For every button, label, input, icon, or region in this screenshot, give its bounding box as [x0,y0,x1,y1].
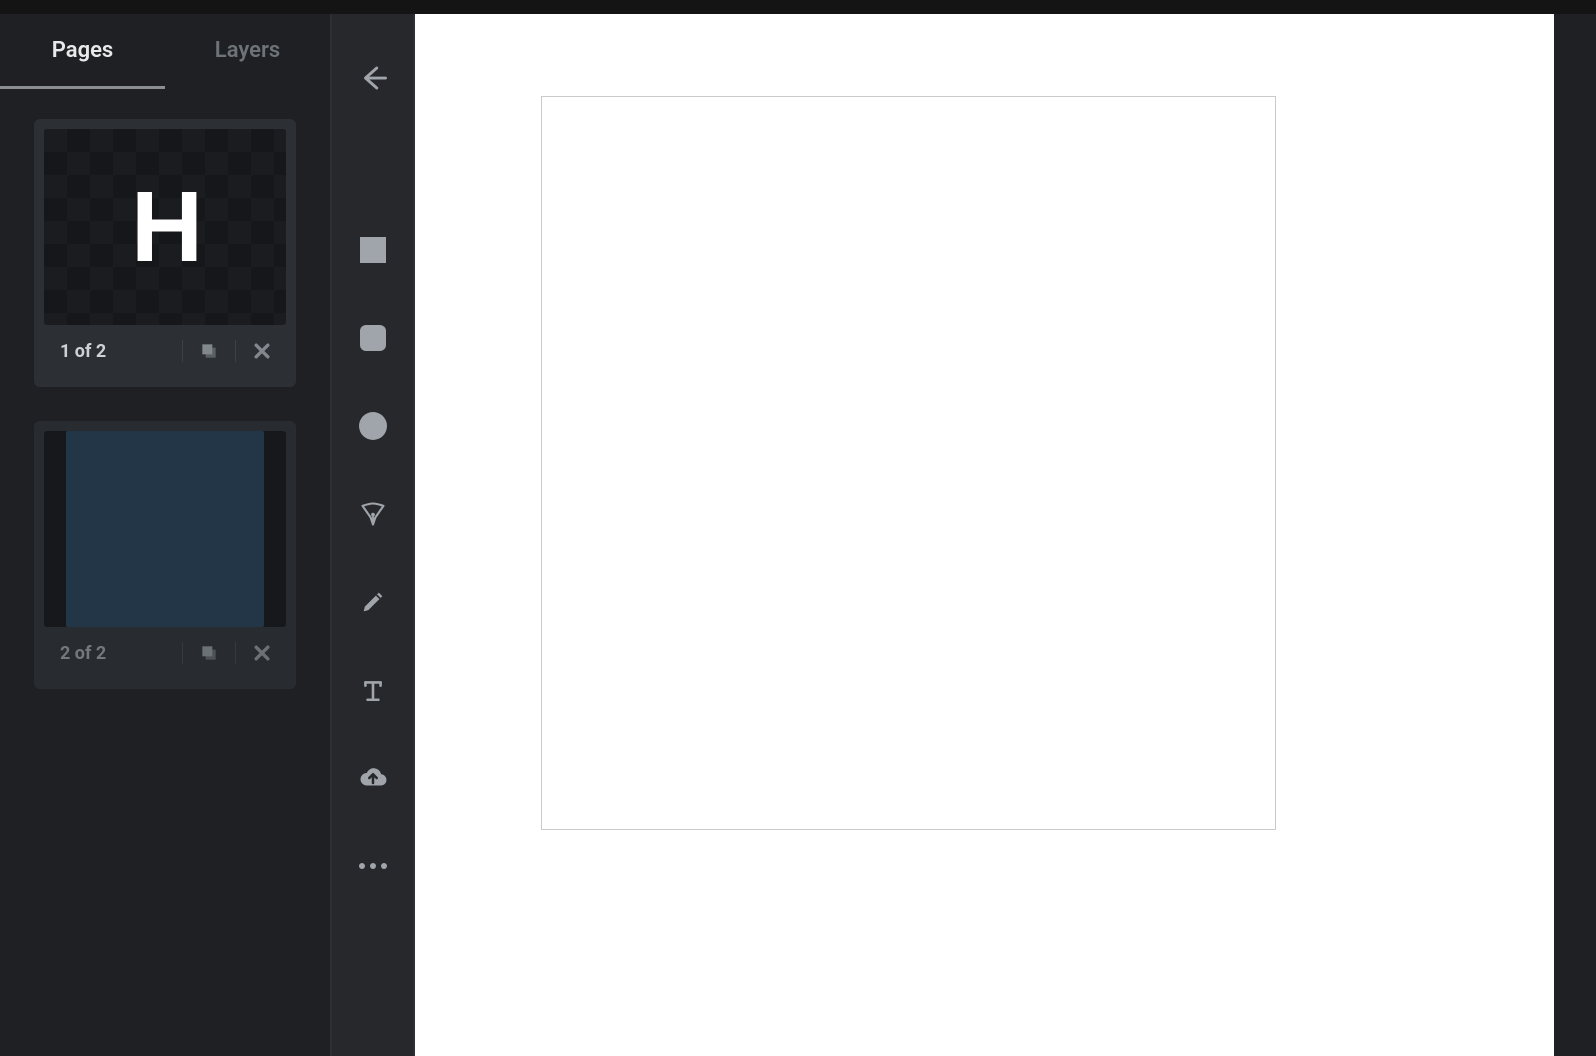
upload-tool[interactable] [357,762,389,794]
page-index-label: 2 of 2 [60,643,170,664]
divider [235,340,236,362]
page-card-toolbar: 2 of 2 [44,627,286,679]
delete-page-button[interactable] [248,639,276,667]
divider [182,340,183,362]
sidebar-panel: Pages Layers H 1 of 2 [0,14,332,1056]
close-icon [252,341,272,361]
back-button[interactable] [357,62,389,94]
delete-page-button[interactable] [248,337,276,365]
page-card[interactable]: H 1 of 2 [34,119,296,387]
pen-nib-icon [359,500,387,528]
pencil-icon [359,588,387,616]
rounded-rectangle-tool[interactable] [357,322,389,354]
duplicate-icon [199,341,219,361]
thumbnail-fill [66,431,264,627]
text-icon [360,677,386,703]
page-card-toolbar: 1 of 2 [44,325,286,377]
page-index-label: 1 of 2 [60,341,170,362]
ellipsis-icon [359,863,387,869]
pen-tool[interactable] [357,498,389,530]
tab-label: Pages [52,38,113,63]
tab-layers[interactable]: Layers [165,14,330,89]
circle-icon [359,412,387,440]
right-panel-edge [1554,14,1596,1056]
app-root: Pages Layers H 1 of 2 [0,0,1596,1056]
pages-list: H 1 of 2 [0,89,330,1056]
page-card[interactable]: 2 of 2 [34,421,296,689]
rectangle-tool[interactable] [357,234,389,266]
more-tool[interactable] [357,850,389,882]
tab-label: Layers [215,38,280,63]
tab-pages[interactable]: Pages [0,14,165,89]
text-tool[interactable] [357,674,389,706]
arrow-left-icon [358,63,388,93]
artboard[interactable] [541,96,1276,830]
page-thumbnail[interactable]: H [44,129,286,325]
page-thumbnail[interactable] [44,431,286,627]
canvas-area[interactable] [415,14,1554,1056]
close-icon [252,643,272,663]
ellipse-tool[interactable] [357,410,389,442]
window-titlebar [0,0,1596,14]
main-area: Pages Layers H 1 of 2 [0,14,1596,1056]
duplicate-page-button[interactable] [195,337,223,365]
sidebar-tabs: Pages Layers [0,14,330,89]
rounded-square-icon [360,325,386,351]
pencil-tool[interactable] [357,586,389,618]
divider [182,642,183,664]
cloud-upload-icon [358,763,388,793]
duplicate-page-button[interactable] [195,639,223,667]
tool-strip [332,14,415,1056]
square-icon [360,237,386,263]
duplicate-icon [199,643,219,663]
thumbnail-letter: H [131,177,199,277]
divider [235,642,236,664]
